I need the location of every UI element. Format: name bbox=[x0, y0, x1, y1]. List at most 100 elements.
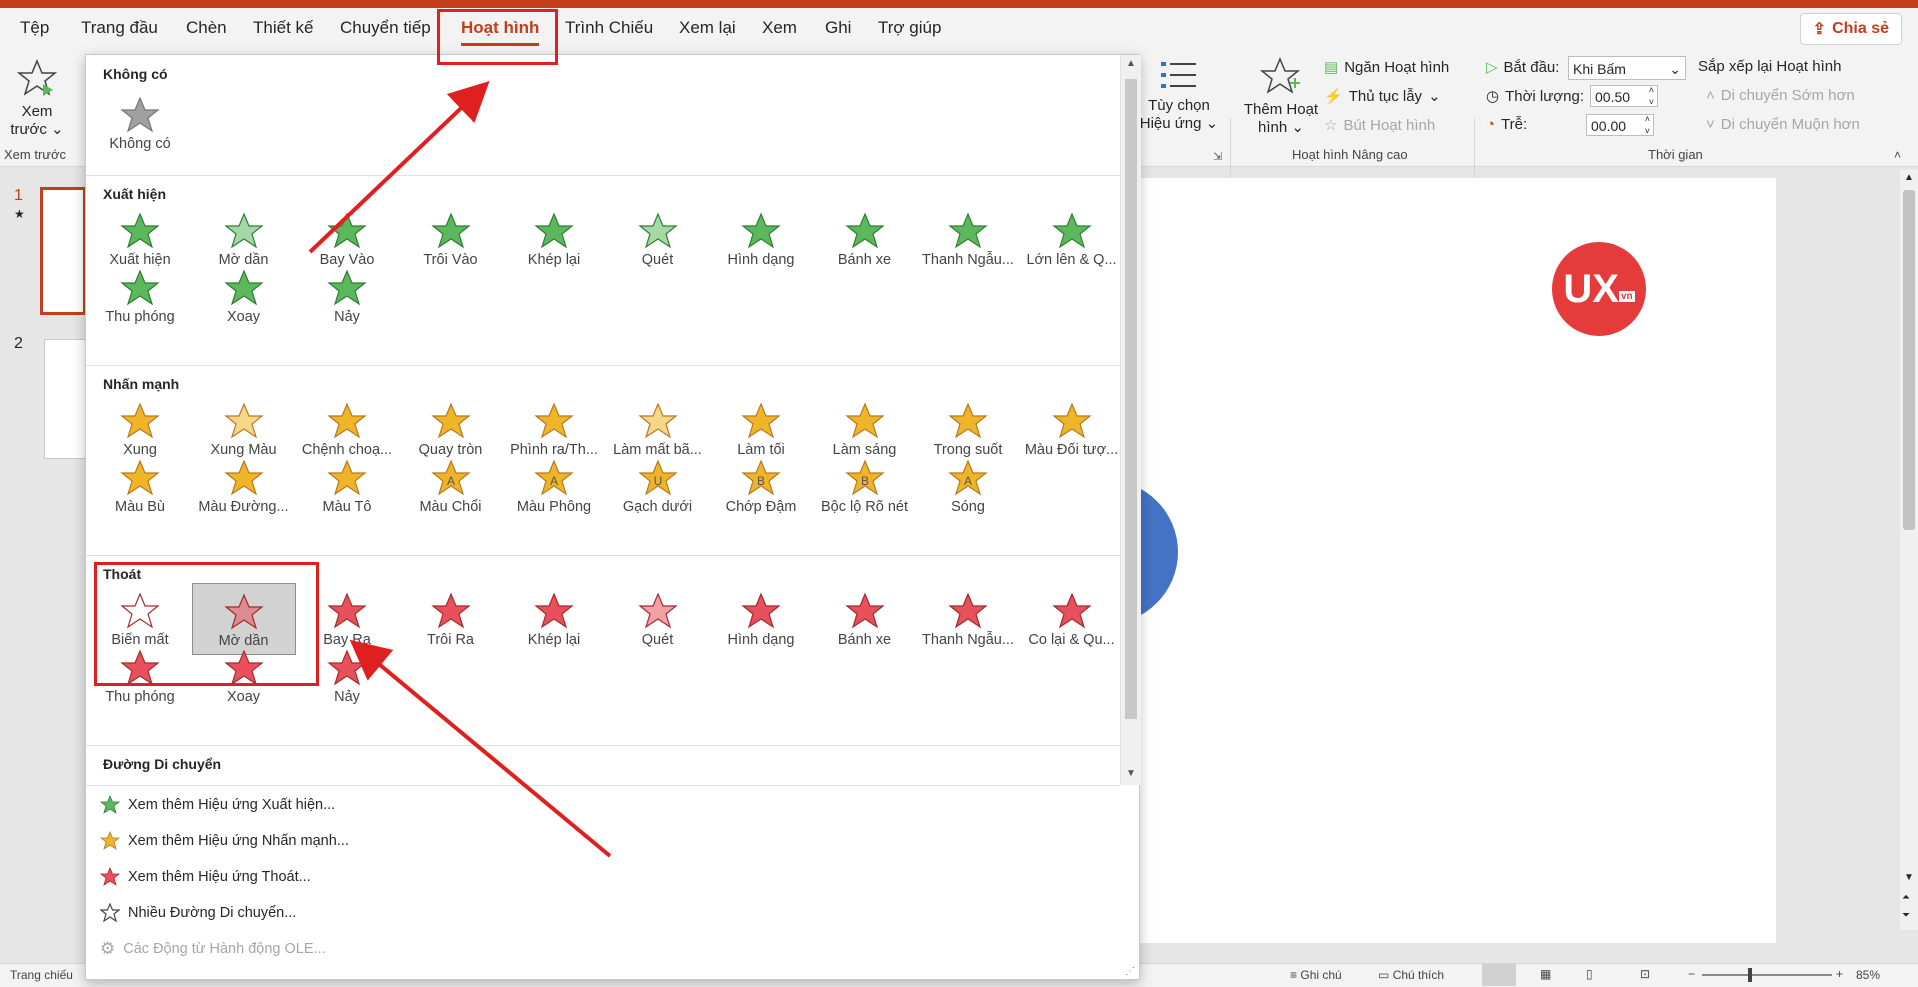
duration-stepper[interactable]: 00.50 ˄ ˅ bbox=[1590, 85, 1658, 107]
tab-chen[interactable]: Chèn bbox=[186, 18, 227, 38]
share-button[interactable]: ⇪ Chia sẻ bbox=[1799, 13, 1902, 45]
scroll-up-icon[interactable]: ▲ bbox=[1904, 172, 1914, 183]
stepper-arrows-icon[interactable]: ˄ ˅ bbox=[1645, 113, 1650, 137]
comments-button[interactable]: ▭ Chú thích bbox=[1378, 968, 1444, 982]
exit-star-icon bbox=[534, 592, 574, 629]
more-emphasis-effects[interactable]: Xem thêm Hiệu ứng Nhấn mạnh... bbox=[100, 831, 349, 851]
delay-stepper[interactable]: 00.00 ˄ ˅ bbox=[1586, 114, 1654, 136]
zoom-level[interactable]: 85% bbox=[1856, 968, 1880, 982]
slide-sorter-icon[interactable]: ▦ bbox=[1540, 967, 1551, 981]
emphasis-effect-16[interactable]: U Gạch dưới bbox=[606, 450, 710, 522]
effect-label: Bộc lộ Rõ nét bbox=[820, 499, 909, 515]
slide-canvas[interactable] bbox=[1100, 178, 1776, 943]
slide-thumbnail-1[interactable] bbox=[40, 187, 86, 315]
emphasis-effect-14[interactable]: A Màu Chổi bbox=[399, 450, 503, 522]
zoom-in-icon[interactable]: + bbox=[1836, 967, 1843, 981]
advanced-group-label: Hoạt hình Nâng cao bbox=[1292, 147, 1408, 162]
scroll-up-icon[interactable]: ▲ bbox=[1123, 57, 1139, 71]
entrance-effect-4[interactable]: Trôi Vào bbox=[399, 203, 503, 275]
tab-ghi[interactable]: Ghi bbox=[825, 18, 851, 38]
next-slide-icon[interactable]: ⏷ bbox=[1902, 910, 1910, 921]
emphasis-effect-17[interactable]: B Chớp Đậm bbox=[709, 450, 813, 522]
effect-options-label-2: Hiệu ứng ⌄ bbox=[1139, 115, 1219, 132]
emphasis-effect-12[interactable]: Màu Đường... bbox=[192, 450, 296, 522]
emphasis-star-icon bbox=[327, 402, 367, 439]
comments-label: Chú thích bbox=[1392, 968, 1445, 982]
entrance-effect-13[interactable]: Nảy bbox=[295, 260, 399, 332]
effect-options-button[interactable]: Tùy chọn Hiệu ứng ⌄ bbox=[1136, 58, 1222, 133]
gallery-scrollbar-thumb[interactable] bbox=[1125, 79, 1137, 719]
effect-none[interactable]: Không có bbox=[88, 87, 192, 159]
resize-grip-icon[interactable]: ⋰ bbox=[1125, 966, 1135, 977]
emphasis-effect-11[interactable]: Màu Bù bbox=[88, 450, 192, 522]
tab-trang-dau[interactable]: Trang đầu bbox=[81, 18, 158, 38]
entrance-effect-5[interactable]: Khép lại bbox=[502, 203, 606, 275]
add-animation-button[interactable]: Thêm Hoạt hình ⌄ bbox=[1238, 56, 1324, 137]
zoom-slider[interactable] bbox=[1702, 974, 1832, 976]
zoom-slider-thumb[interactable] bbox=[1748, 968, 1752, 982]
emphasis-star-icon bbox=[741, 402, 781, 439]
entrance-effect-10[interactable]: Lớn lên & Q... bbox=[1020, 203, 1124, 275]
exit-effect-8[interactable]: Bánh xe bbox=[813, 583, 917, 655]
trigger-button[interactable]: ⚡ Thủ tục lẫy ⌄ bbox=[1324, 87, 1441, 106]
tab-xem[interactable]: Xem bbox=[762, 18, 797, 38]
tab-trinh-chieu[interactable]: Trình Chiếu bbox=[565, 18, 653, 38]
delay-value: 00.00 bbox=[1591, 118, 1627, 134]
stepper-arrows-icon[interactable]: ˄ ˅ bbox=[1649, 84, 1654, 108]
exit-effect-9[interactable]: Thanh Ngẫu... bbox=[916, 583, 1020, 655]
collapse-ribbon-icon[interactable]: ˄ bbox=[1894, 148, 1901, 162]
entrance-effect-11[interactable]: Thu phóng bbox=[88, 260, 192, 332]
add-animation-label-1: Thêm Hoạt bbox=[1243, 101, 1319, 118]
emphasis-effect-13[interactable]: Màu Tô bbox=[295, 450, 399, 522]
exit-effect-6[interactable]: Quét bbox=[606, 583, 710, 655]
move-later-button[interactable]: ˅ Di chuyển Muộn hơn bbox=[1706, 116, 1860, 133]
emphasis-effect-19[interactable]: A Sóng bbox=[916, 450, 1020, 522]
effect-label: Thu phóng bbox=[105, 309, 175, 325]
entrance-effect-9[interactable]: Thanh Ngẫu... bbox=[916, 203, 1020, 275]
emphasis-effect-15[interactable]: A Màu Phông bbox=[502, 450, 606, 522]
entrance-effect-6[interactable]: Quét bbox=[606, 203, 710, 275]
scroll-down-icon[interactable]: ▼ bbox=[1904, 872, 1914, 883]
entrance-effect-7[interactable]: Hình dạng bbox=[709, 203, 813, 275]
exit-effect-7[interactable]: Hình dạng bbox=[709, 583, 813, 655]
tab-thiet-ke[interactable]: Thiết kế bbox=[253, 18, 313, 38]
more-motion-paths[interactable]: Nhiều Đường Di chuyển... bbox=[100, 903, 296, 923]
emphasis-effect-10[interactable]: Màu Đối tượ... bbox=[1020, 393, 1124, 465]
emphasis-effect-18[interactable]: B Bộc lộ Rõ nét bbox=[813, 450, 917, 522]
start-combo[interactable]: Khi Bấm ⌄ bbox=[1568, 56, 1686, 80]
preview-button[interactable]: Xem trước ⌄ bbox=[8, 58, 66, 139]
dialog-launcher-icon[interactable]: ⇲ bbox=[1213, 150, 1222, 163]
notes-button[interactable]: ≡ Ghi chú bbox=[1290, 968, 1342, 982]
ole-action-verbs[interactable]: ⚙ Các Động từ Hành động OLE... bbox=[100, 939, 326, 959]
slide-thumbnail-2[interactable] bbox=[44, 339, 86, 459]
chevron-down-icon: ⌄ bbox=[1428, 88, 1441, 105]
gallery-scrollbar[interactable]: ▲ ▼ bbox=[1120, 55, 1141, 785]
exit-effect-5[interactable]: Khép lại bbox=[502, 583, 606, 655]
animation-pane-button[interactable]: ▤ Ngăn Hoạt hình bbox=[1324, 58, 1449, 77]
start-value: Khi Bấm bbox=[1573, 61, 1626, 77]
normal-view-button[interactable] bbox=[1482, 964, 1516, 986]
exit-effect-4[interactable]: Trôi Ra bbox=[399, 583, 503, 655]
move-earlier-button[interactable]: ˄ Di chuyển Sớm hơn bbox=[1706, 87, 1855, 104]
animation-painter-button[interactable]: ☆ Bút Hoạt hình bbox=[1324, 116, 1435, 135]
reading-view-icon[interactable]: ▯ bbox=[1586, 967, 1593, 981]
more-entrance-effects[interactable]: Xem thêm Hiệu ứng Xuất hiện... bbox=[100, 795, 335, 815]
tab-chuyen-tiep[interactable]: Chuyển tiếp bbox=[340, 18, 431, 38]
more-motion-label: Nhiều Đường Di chuyển... bbox=[128, 905, 297, 921]
effect-label: Thanh Ngẫu... bbox=[922, 632, 1014, 648]
slideshow-icon[interactable]: ⊡ bbox=[1640, 967, 1650, 981]
exit-effect-10[interactable]: Co lại & Qu... bbox=[1020, 583, 1124, 655]
more-exit-label: Xem thêm Hiệu ứng Thoát... bbox=[128, 869, 311, 885]
tab-xem-lai[interactable]: Xem lại bbox=[679, 18, 736, 38]
vertical-scrollbar[interactable]: ▲ ▼ ⏶ ⏷ bbox=[1900, 170, 1918, 930]
scrollbar-thumb[interactable] bbox=[1903, 190, 1915, 530]
zoom-out-icon[interactable]: − bbox=[1688, 967, 1695, 981]
scroll-down-icon[interactable]: ▼ bbox=[1123, 767, 1139, 781]
tab-tep[interactable]: Tệp bbox=[20, 18, 49, 38]
entrance-effect-8[interactable]: Bánh xe bbox=[813, 203, 917, 275]
tab-tro-giup[interactable]: Trợ giúp bbox=[878, 18, 941, 38]
entrance-effect-12[interactable]: Xoay bbox=[192, 260, 296, 332]
more-exit-effects[interactable]: Xem thêm Hiệu ứng Thoát... bbox=[100, 867, 311, 887]
effect-label: Màu Đối tượ... bbox=[1024, 442, 1119, 458]
prev-slide-icon[interactable]: ⏶ bbox=[1902, 892, 1910, 903]
